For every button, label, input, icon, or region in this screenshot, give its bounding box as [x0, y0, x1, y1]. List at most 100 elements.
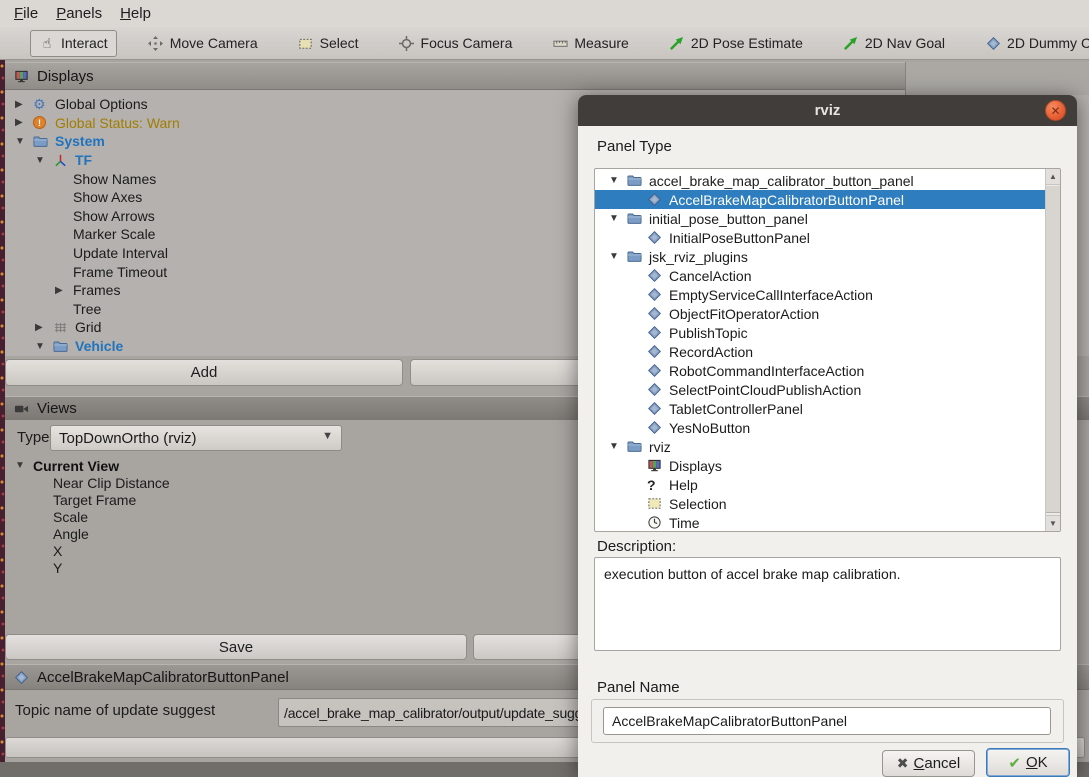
tree-row-label: Y: [53, 560, 62, 576]
tree-row-label: Frame Timeout: [73, 264, 167, 280]
folder-icon: [53, 338, 75, 354]
tool-measure[interactable]: Measure: [543, 30, 637, 57]
folder-icon: [627, 439, 649, 455]
description-label: Description:: [597, 538, 676, 555]
tree-row-rviz[interactable]: ▼rviz: [595, 437, 1046, 456]
tree-row-publishtopic[interactable]: PublishTopic: [595, 323, 1046, 342]
tool-interact[interactable]: ☝Interact: [30, 30, 117, 57]
plugin-diamond-icon: [647, 268, 669, 284]
view-type-value: TopDownOrtho (rviz): [59, 430, 197, 447]
expander-open-icon[interactable]: ▼: [13, 136, 33, 147]
ok-button[interactable]: ✔ OK: [986, 748, 1070, 777]
plugin-diamond-icon: [647, 344, 669, 360]
close-icon[interactable]: ✕: [1045, 100, 1066, 121]
add-display-button[interactable]: Add: [5, 359, 403, 386]
tool-2d-pose-estimate[interactable]: 2D Pose Estimate: [660, 30, 812, 57]
tree-row-label: Near Clip Distance: [53, 475, 170, 491]
tree-row-jsk-rviz-plugins[interactable]: ▼jsk_rviz_plugins: [595, 247, 1046, 266]
displays-monitor-icon: [13, 68, 29, 84]
tree-row-label: RobotCommandInterfaceAction: [669, 363, 864, 379]
tool-2d-nav-goal[interactable]: 2D Nav Goal: [834, 30, 954, 57]
tree-row-time[interactable]: Time: [595, 513, 1046, 532]
tree-row-accelbrakemapcalibratorbuttonpanel[interactable]: AccelBrakeMapCalibratorButtonPanel: [595, 190, 1046, 209]
interact-hand-icon: ☝: [39, 35, 55, 51]
plugin-diamond-icon: [13, 669, 29, 685]
tree-row-tabletcontrollerpanel[interactable]: TabletControllerPanel: [595, 399, 1046, 418]
expander-open-icon[interactable]: ▼: [33, 341, 53, 352]
gear-icon: ⚙: [33, 96, 55, 112]
tree-row-displays[interactable]: Displays: [595, 456, 1046, 475]
panel-name-label: Panel Name: [597, 679, 680, 696]
expander-closed-icon[interactable]: ▶: [13, 99, 33, 110]
tree-row-label: Marker Scale: [73, 226, 155, 242]
cancel-button[interactable]: ✖ Cancel: [882, 750, 975, 777]
expander-open-icon[interactable]: ▼: [13, 460, 33, 471]
tool-2d-dummy-car[interactable]: 2D Dummy Car: [976, 30, 1089, 57]
plugin-diamond-icon: [647, 287, 669, 303]
scroll-down-icon[interactable]: [1046, 515, 1060, 531]
tool-label: Focus Camera: [421, 35, 513, 51]
tree-row-label: Show Names: [73, 171, 156, 187]
plugin-diamond-icon: [985, 35, 1001, 51]
tree-row-cancelaction[interactable]: CancelAction: [595, 266, 1046, 285]
expander-open-icon[interactable]: ▼: [33, 155, 53, 166]
measure-ruler-icon: [552, 35, 568, 51]
expander-open-icon[interactable]: ▼: [607, 441, 627, 452]
expander-open-icon[interactable]: ▼: [607, 251, 627, 262]
plugin-diamond-icon: [647, 420, 669, 436]
scrollbar[interactable]: [1045, 169, 1060, 531]
tree-row-label: Update Interval: [73, 245, 168, 261]
tree-row-robotcommandinterfaceaction[interactable]: RobotCommandInterfaceAction: [595, 361, 1046, 380]
tree-row-emptyservicecallinterfaceaction[interactable]: EmptyServiceCallInterfaceAction: [595, 285, 1046, 304]
displays-panel-title: Displays: [37, 68, 94, 85]
tool-move-camera[interactable]: Move Camera: [139, 30, 267, 57]
tf-axes-icon: [53, 152, 75, 168]
green-arrow-icon: [843, 35, 859, 51]
tree-row-objectfitoperatoraction[interactable]: ObjectFitOperatorAction: [595, 304, 1046, 323]
plugin-diamond-icon: [647, 401, 669, 417]
expander-closed-icon[interactable]: ▶: [33, 322, 53, 333]
tree-row-selection[interactable]: Selection: [595, 494, 1046, 513]
tree-row-label: Selection: [669, 496, 727, 512]
chevron-down-icon: ▼: [322, 430, 333, 442]
tool-focus-camera[interactable]: Focus Camera: [390, 30, 522, 57]
tree-row-label: Global Options: [55, 96, 148, 112]
expander-closed-icon[interactable]: ▶: [53, 285, 73, 296]
cancel-button-label: Cancel: [914, 755, 961, 772]
plugin-diamond-icon: [647, 306, 669, 322]
help-icon: ?: [647, 477, 669, 493]
scroll-up-icon[interactable]: [1046, 169, 1060, 185]
tree-row-recordaction[interactable]: RecordAction: [595, 342, 1046, 361]
dialog-titlebar[interactable]: rviz ✕: [578, 95, 1077, 126]
rviz-window: FilePanelsHelp ☝Interact Move Camera Selec…: [0, 0, 1089, 777]
tree-row-label: TF: [75, 152, 92, 168]
tree-row-label: System: [55, 133, 105, 149]
tree-row-label: PublishTopic: [669, 325, 748, 341]
scrollbar-thumb[interactable]: [1046, 186, 1060, 513]
menu-help[interactable]: Help: [111, 5, 160, 22]
tree-row-selectpointcloudpublishaction[interactable]: SelectPointCloudPublishAction: [595, 380, 1046, 399]
tree-row-label: X: [53, 543, 62, 559]
tree-row-help[interactable]: ?Help: [595, 475, 1046, 494]
expander-open-icon[interactable]: ▼: [607, 213, 627, 224]
panel-name-input[interactable]: [603, 707, 1051, 735]
view-type-combobox[interactable]: TopDownOrtho (rviz) ▼: [50, 425, 342, 451]
tool-select[interactable]: Select: [289, 30, 368, 57]
grid-icon: [53, 319, 75, 335]
save-view-button[interactable]: Save: [5, 634, 467, 660]
tree-row-initialposebuttonpanel[interactable]: InitialPoseButtonPanel: [595, 228, 1046, 247]
menu-panels[interactable]: Panels: [47, 5, 111, 22]
tree-row-accel-brake-map-calibrator-button-panel[interactable]: ▼accel_brake_map_calibrator_button_panel: [595, 171, 1046, 190]
calibrator-panel-title: AccelBrakeMapCalibratorButtonPanel: [37, 669, 289, 686]
expander-open-icon[interactable]: ▼: [607, 175, 627, 186]
tree-row-label: SelectPointCloudPublishAction: [669, 382, 861, 398]
tree-row-label: Global Status: Warn: [55, 115, 180, 131]
plugin-diamond-icon: [647, 325, 669, 341]
tree-row-yesnobutton[interactable]: YesNoButton: [595, 418, 1046, 437]
tree-row-label: Target Frame: [53, 492, 136, 508]
menu-file[interactable]: File: [5, 5, 47, 22]
folder-icon: [627, 211, 649, 227]
green-arrow-icon: [669, 35, 685, 51]
expander-closed-icon[interactable]: ▶: [13, 117, 33, 128]
tree-row-initial-pose-button-panel[interactable]: ▼initial_pose_button_panel: [595, 209, 1046, 228]
